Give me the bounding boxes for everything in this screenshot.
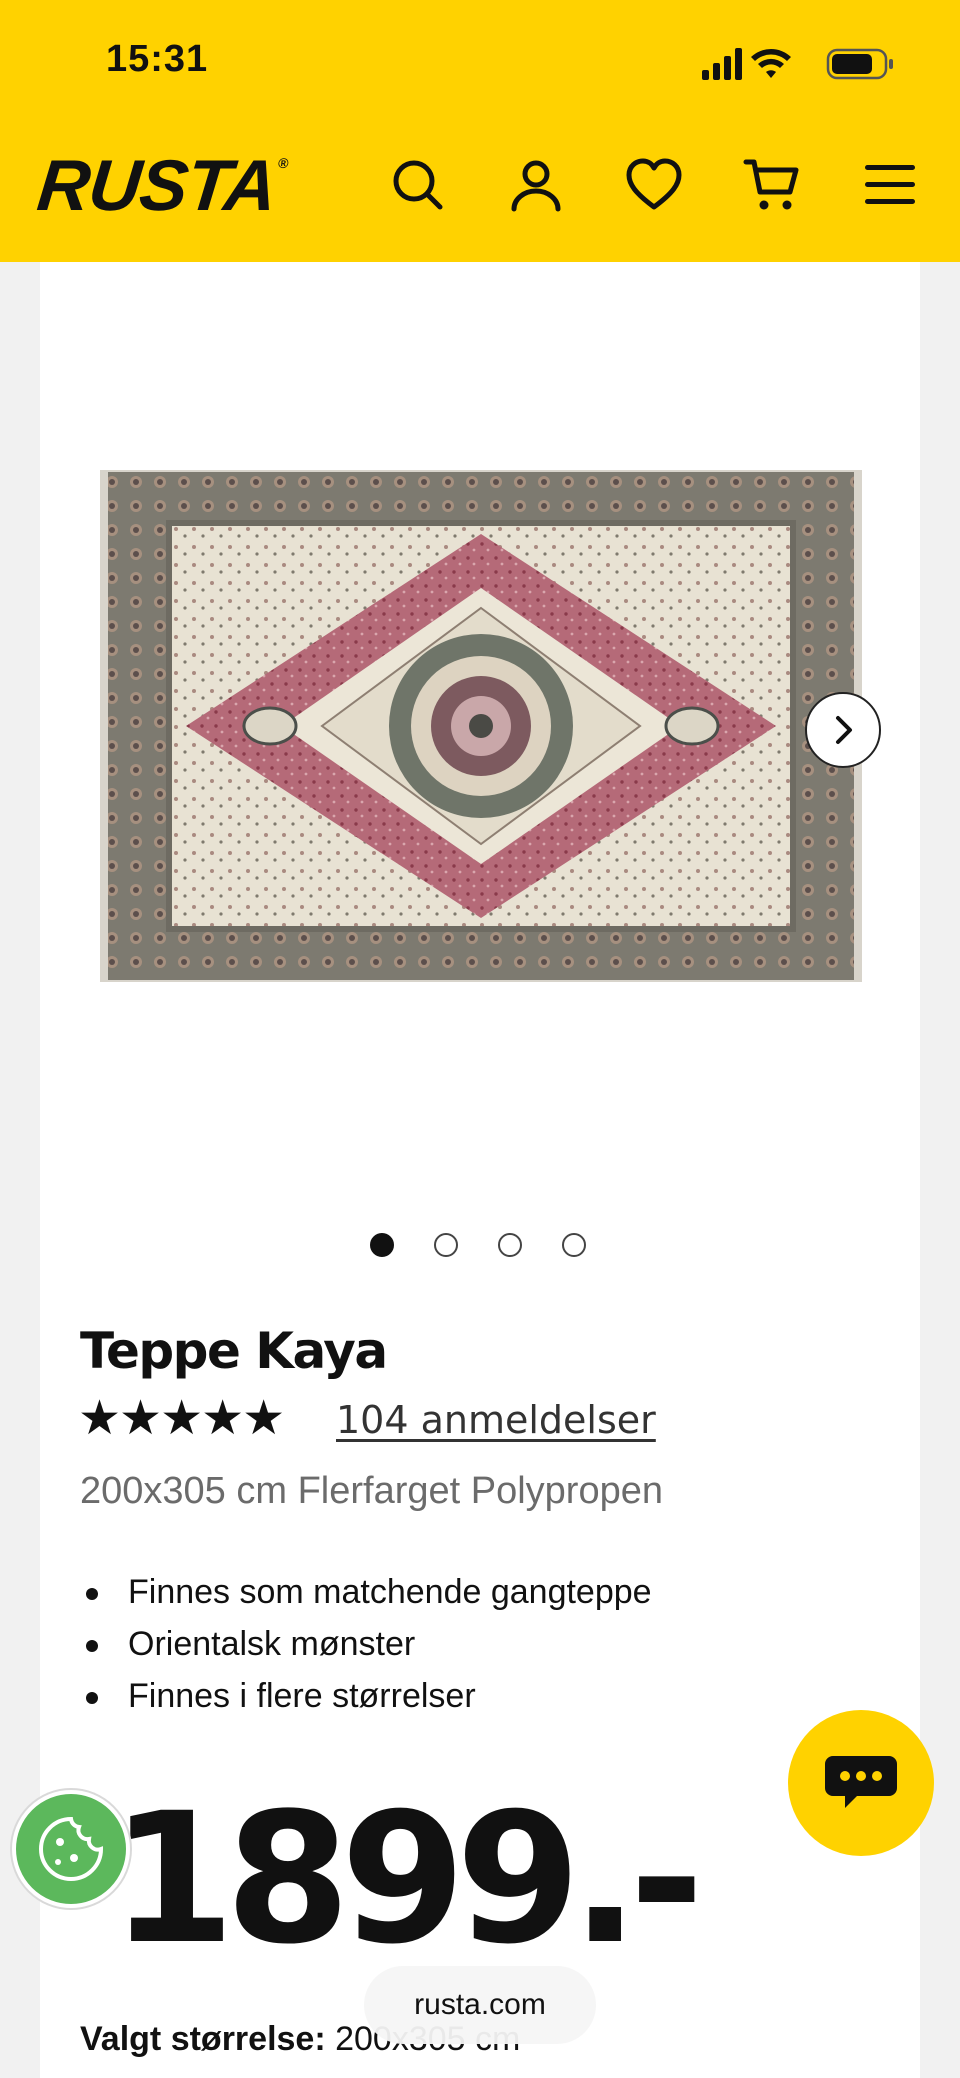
status-time: 15:31 (106, 38, 209, 80)
feature-item: Finnes som matchende gangteppe (80, 1566, 652, 1618)
url-text: rusta.com (414, 1988, 546, 2021)
product-image[interactable] (100, 470, 862, 982)
gallery-pagination (370, 1233, 586, 1257)
gallery-dot[interactable] (434, 1233, 458, 1257)
gallery-next-button[interactable] (805, 692, 881, 768)
gallery-dot[interactable] (562, 1233, 586, 1257)
chat-button[interactable] (788, 1710, 934, 1856)
chevron-right-icon (836, 716, 852, 744)
menu-icon[interactable] (860, 155, 920, 215)
browser-url-bar[interactable]: rusta.com (364, 1966, 596, 2044)
cart-icon[interactable] (742, 155, 802, 215)
account-icon[interactable] (506, 155, 566, 215)
header-bar: 15:31 RUSTA® (0, 0, 960, 262)
feature-list: Finnes som matchende gangteppe Orientals… (80, 1566, 652, 1722)
product-title: Teppe Kaya (80, 1322, 388, 1380)
rating-stars: ★★★★★ (78, 1390, 285, 1446)
reviews-link[interactable]: 104 anmeldelser (336, 1398, 656, 1442)
signal-wifi-battery-icon (702, 48, 893, 80)
gallery-dot[interactable] (370, 1233, 394, 1257)
chat-icon (825, 1756, 897, 1808)
status-icons (700, 44, 900, 84)
cookie-settings-button[interactable] (12, 1790, 130, 1908)
gallery-dot[interactable] (498, 1233, 522, 1257)
product-price: 1899.- (110, 1775, 704, 1984)
cookie-icon (39, 1816, 104, 1881)
search-icon[interactable] (388, 155, 448, 215)
size-label: Valgt størrelse: (80, 2020, 326, 2058)
heart-icon[interactable] (624, 155, 684, 215)
feature-item: Orientalsk mønster (80, 1618, 652, 1670)
product-subtitle: 200x305 cm Flerfarget Polypropen (80, 1470, 663, 1512)
feature-item: Finnes i flere størrelser (80, 1670, 652, 1722)
rusta-logo[interactable]: RUSTA® (34, 146, 289, 226)
